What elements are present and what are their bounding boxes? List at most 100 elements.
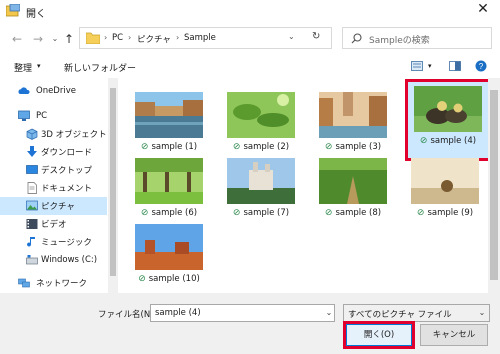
pictures-icon xyxy=(26,200,38,211)
sync-check-icon: ⊘ xyxy=(324,208,333,218)
breadcrumb-pictures[interactable]: ピクチャ xyxy=(137,33,171,45)
thumbnail-old-town-image xyxy=(319,92,387,138)
thumbnail-snail-image xyxy=(411,158,479,204)
breadcrumb-pc[interactable]: PC xyxy=(112,33,123,43)
file-caption: ⊘ sample (3) xyxy=(313,142,393,152)
sync-check-icon: ⊘ xyxy=(232,142,241,152)
file-name: sample (9) xyxy=(427,208,474,218)
file-list-scrollbar-thumb[interactable] xyxy=(490,90,498,280)
file-caption: ⊘ sample (6) xyxy=(129,208,209,218)
sidebar-item-label: OneDrive xyxy=(36,86,76,96)
window-title: 開く xyxy=(26,9,46,20)
filename-input[interactable]: sample (4) xyxy=(150,304,335,322)
filename-dropdown-icon[interactable]: ⌄ xyxy=(323,305,335,321)
sidebar-scrollbar-thumb[interactable] xyxy=(110,88,116,276)
sync-check-icon: ⊘ xyxy=(138,274,146,284)
title-bar: 開く ✕ xyxy=(0,0,500,22)
svg-text:?: ? xyxy=(479,62,484,71)
preview-pane-icon[interactable] xyxy=(449,61,461,71)
download-icon xyxy=(27,146,37,157)
app-icon xyxy=(6,4,20,17)
organize-button[interactable]: 整理 xyxy=(14,61,32,74)
sidebar-item-label: 3D オブジェクト xyxy=(41,130,107,140)
recent-dropdown-icon[interactable]: ⌄ xyxy=(48,32,62,46)
view-dropdown-icon[interactable]: ▾ xyxy=(428,62,432,70)
document-icon xyxy=(27,182,37,194)
filetype-dropdown-icon[interactable]: ⌄ xyxy=(476,305,488,321)
sidebar-item-label: Windows (C:) xyxy=(41,255,98,265)
file-item[interactable]: ⊘ sample (8) xyxy=(313,154,401,230)
music-icon xyxy=(27,237,35,247)
file-item-selected[interactable]: ⊘ sample (4) xyxy=(405,79,499,161)
open-button[interactable]: 開く(O) xyxy=(343,321,415,349)
file-name: sample (2) xyxy=(243,142,290,152)
sidebar-item-pc[interactable]: PC xyxy=(0,107,107,125)
address-dropdown-icon[interactable]: ⌄ xyxy=(288,32,295,41)
file-item[interactable]: ⊘ sample (7) xyxy=(221,154,309,230)
search-box[interactable]: Sampleの検索 xyxy=(342,27,492,49)
help-icon[interactable]: ? xyxy=(475,60,487,72)
sync-check-icon: ⊘ xyxy=(140,142,149,152)
breadcrumb-separator-icon: › xyxy=(176,33,180,42)
back-icon[interactable]: ← xyxy=(10,32,24,46)
computer-icon xyxy=(18,110,30,121)
cloud-icon xyxy=(18,87,30,94)
file-caption: ⊘ sample (7) xyxy=(221,208,301,218)
file-name: sample (3) xyxy=(335,142,382,152)
file-name: sample (6) xyxy=(151,208,198,218)
file-item[interactable]: ⊘ sample (9) xyxy=(405,154,493,230)
sync-check-icon: ⊘ xyxy=(232,208,241,218)
cancel-button[interactable]: キャンセル xyxy=(420,324,488,346)
file-caption: ⊘ sample (10) xyxy=(129,274,209,284)
sync-check-icon: ⊘ xyxy=(140,208,149,218)
breadcrumb-separator-icon: › xyxy=(128,33,132,42)
cube-icon xyxy=(26,128,38,140)
new-folder-button[interactable]: 新しいフォルダー xyxy=(64,61,136,74)
sidebar-item-3d-objects[interactable]: 3D オブジェクト xyxy=(0,125,107,143)
sidebar-item-network[interactable]: ネットワーク xyxy=(0,274,107,292)
filetype-select[interactable]: すべてのピクチャ ファイル xyxy=(343,304,490,322)
breadcrumb-sample[interactable]: Sample xyxy=(184,33,216,43)
sync-check-icon: ⊘ xyxy=(416,208,425,218)
sidebar-item-downloads[interactable]: ダウンロード xyxy=(0,143,107,161)
close-icon[interactable]: ✕ xyxy=(474,1,492,17)
file-caption: ⊘ sample (1) xyxy=(129,142,209,152)
sidebar-item-documents[interactable]: ドキュメント xyxy=(0,179,107,197)
drive-icon xyxy=(26,255,38,265)
up-icon[interactable]: ↑ xyxy=(62,32,76,46)
file-name: sample (7) xyxy=(243,208,290,218)
sidebar-item-windows-c[interactable]: Windows (C:) xyxy=(0,251,107,269)
filename-label: ファイル名(N): xyxy=(98,310,157,320)
sidebar-item-videos[interactable]: ビデオ xyxy=(0,215,107,233)
file-caption: ⊘ sample (9) xyxy=(405,208,485,218)
sidebar-item-onedrive[interactable]: OneDrive xyxy=(0,82,107,100)
refresh-icon[interactable]: ↻ xyxy=(312,31,320,42)
forward-icon[interactable]: → xyxy=(31,32,45,46)
file-item[interactable]: ⊘ sample (6) xyxy=(129,154,217,230)
thumbnail-desert-image xyxy=(135,224,203,270)
file-item[interactable]: ⊘ sample (3) xyxy=(313,88,401,164)
sidebar-item-music[interactable]: ミュージック xyxy=(0,233,107,251)
thumbnail-castle-image xyxy=(227,158,295,204)
sidebar-item-label: ネットワーク xyxy=(36,279,88,289)
address-bar[interactable]: › PC › ピクチャ › Sample ⌄ ↻ xyxy=(79,27,332,49)
view-options-icon[interactable] xyxy=(411,61,423,71)
file-item[interactable]: ⊘ sample (1) xyxy=(129,88,217,164)
file-caption: ⊘ sample (2) xyxy=(221,142,301,152)
file-list: ⊘ sample (1) ⊘ sample (2) ⊘ sample (3) ⊘… xyxy=(119,78,499,296)
thumbnail-forest-path-image xyxy=(319,158,387,204)
file-name: sample (1) xyxy=(151,142,198,152)
sidebar-item-label: ビデオ xyxy=(41,220,67,230)
search-icon xyxy=(351,33,362,44)
file-item[interactable]: ⊘ sample (2) xyxy=(221,88,309,164)
folder-icon xyxy=(86,32,100,44)
file-item[interactable]: ⊘ sample (10) xyxy=(129,220,217,296)
sidebar-item-desktop[interactable]: デスクトップ xyxy=(0,161,107,179)
command-bar: 整理 ▾ 新しいフォルダー ▾ ? xyxy=(0,56,500,78)
organize-dropdown-icon[interactable]: ▾ xyxy=(37,62,41,70)
sidebar-item-pictures[interactable]: ピクチャ xyxy=(0,197,107,215)
sidebar-item-label: ピクチャ xyxy=(41,202,75,212)
network-icon xyxy=(18,278,30,288)
desktop-icon xyxy=(26,165,38,174)
video-icon xyxy=(26,219,38,229)
